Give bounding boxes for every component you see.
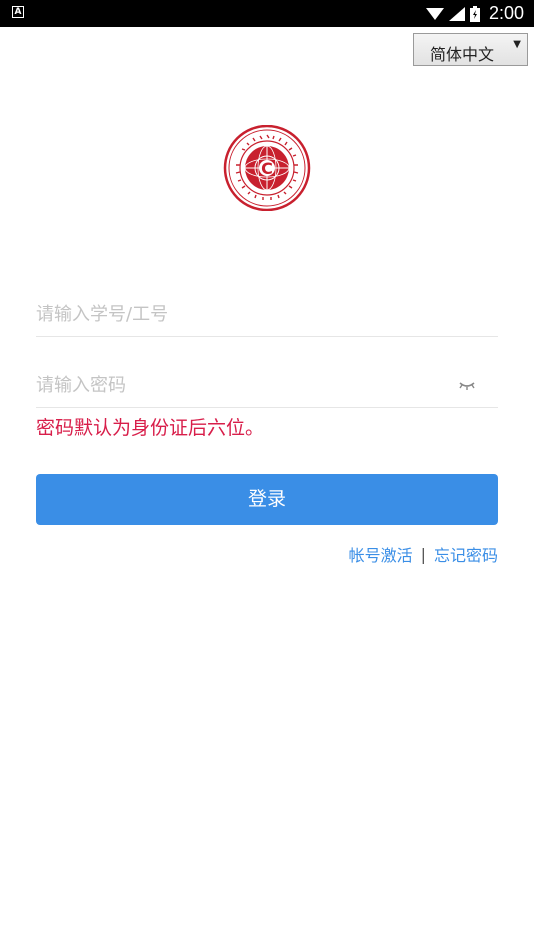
language-select[interactable]: 简体中文 ▼ (413, 33, 528, 66)
language-select-value: 简体中文 (430, 45, 495, 64)
password-input[interactable] (36, 365, 436, 405)
logo-letter: C (261, 159, 273, 178)
notification-icon: A (12, 6, 24, 18)
status-time: 2:00 (488, 3, 524, 23)
eye-closed-icon[interactable] (458, 378, 476, 392)
account-links: 帐号激活 | 忘记密码 (349, 542, 498, 566)
battery-icon (469, 5, 480, 22)
college-logo: C (223, 125, 311, 211)
password-field[interactable] (36, 365, 498, 408)
signal-icon (448, 6, 465, 21)
forgot-password-link[interactable]: 忘记密码 (434, 542, 498, 566)
username-input[interactable] (36, 294, 436, 334)
password-hint: 密码默认为身份证后六位。 (36, 417, 265, 439)
link-separator: | (420, 544, 426, 564)
dropdown-arrow-icon: ▼ (513, 39, 521, 50)
activate-account-link[interactable]: 帐号激活 (349, 542, 413, 566)
status-right: 2:00 (425, 0, 524, 27)
wifi-icon (425, 7, 444, 20)
status-bar: A 2:00 (0, 0, 534, 27)
login-button[interactable]: 登录 (36, 474, 498, 525)
username-field[interactable] (36, 294, 498, 337)
